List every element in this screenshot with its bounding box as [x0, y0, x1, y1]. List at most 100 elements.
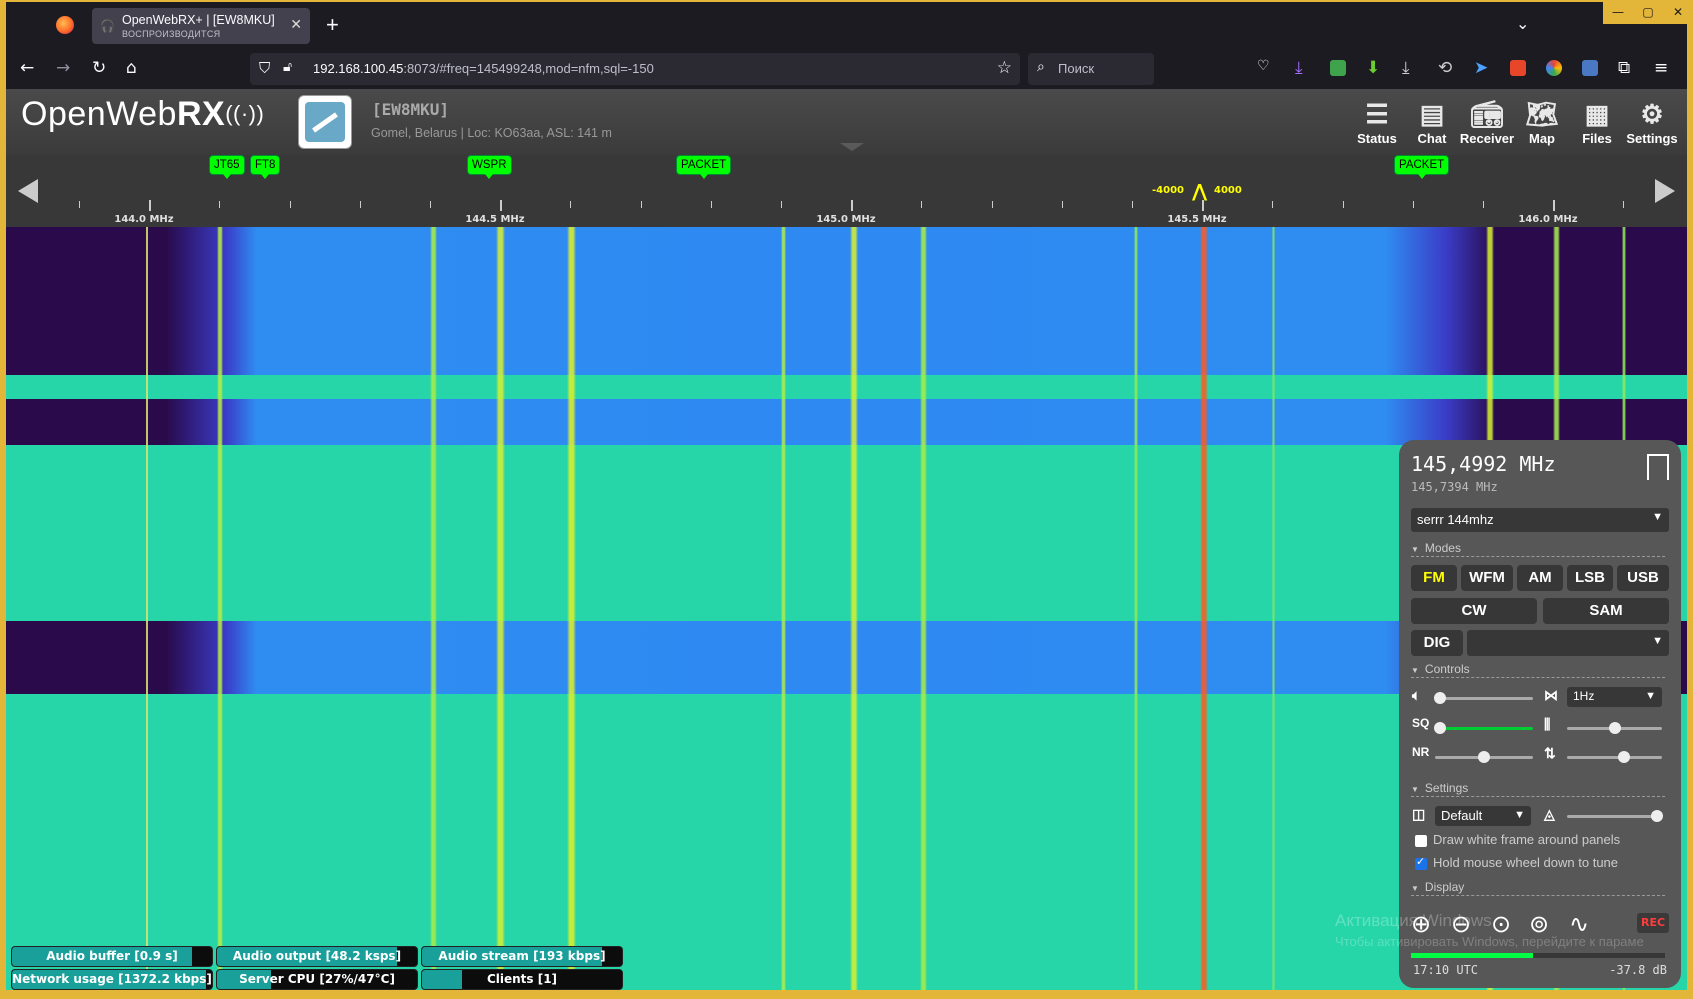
profile-value: serrr 144mhz — [1417, 512, 1494, 527]
extension-arrow-icon[interactable]: ➤ — [1474, 58, 1488, 78]
openwebrx-logo[interactable]: OpenWebRX((·)) — [21, 95, 264, 134]
scale-tick — [991, 201, 993, 208]
bandwidth-icon[interactable]: ⋈ — [1544, 687, 1558, 704]
status-button[interactable]: ☰ Status — [1349, 97, 1405, 153]
url-text[interactable]: 192.168.100.45:8073/#freq=145499248,mod=… — [313, 61, 654, 76]
settings-button[interactable]: ⚙ Settings — [1624, 97, 1680, 153]
mode-sam-button[interactable]: SAM — [1543, 598, 1669, 624]
mode-cw-button[interactable]: CW — [1411, 598, 1537, 624]
window-border-right — [1687, 0, 1693, 999]
contrast-knob[interactable] — [1651, 810, 1664, 822]
minimize-icon[interactable]: — — [1603, 2, 1633, 24]
extension-color-icon[interactable] — [1546, 60, 1562, 76]
bookmark-jt65[interactable]: JT65 — [209, 155, 245, 179]
extension-download-icon[interactable]: ⬇ — [1366, 58, 1380, 78]
bookmark-ft8[interactable]: FT8 — [250, 155, 281, 179]
tab-favicon-icon: 🎧 — [100, 19, 115, 33]
bookmark-wspr[interactable]: WSPR — [467, 155, 512, 179]
signal-level: -37.8 dB — [1609, 963, 1667, 977]
extensions-puzzle-icon[interactable]: ⧉ — [1618, 58, 1630, 78]
search-bar[interactable]: ⌕ Поиск — [1028, 53, 1154, 85]
bookmark-icon[interactable] — [1647, 454, 1669, 484]
save-icon[interactable]: ⤓ — [1402, 58, 1410, 78]
digital-mode-select[interactable]: ▼ — [1467, 630, 1669, 656]
volume-slider[interactable] — [1433, 692, 1533, 704]
mode-dig-button[interactable]: DIG — [1411, 630, 1463, 656]
settings-section-header[interactable]: ▼ Settings — [1411, 781, 1665, 797]
tab-close-icon[interactable]: ✕ — [290, 17, 302, 33]
audio-buffer-bar: Audio buffer [0.9 s] — [11, 946, 213, 967]
scroll-right-arrow-icon[interactable] — [1655, 179, 1675, 203]
mode-lsb-button[interactable]: LSB — [1567, 565, 1613, 591]
waterfall-max-knob[interactable] — [1618, 751, 1630, 763]
mode-fm-button[interactable]: FM — [1411, 565, 1457, 591]
bookmark-star-icon[interactable]: ☆ — [997, 58, 1012, 78]
volume-icon[interactable]: 🔈︎ — [1412, 687, 1420, 704]
new-tab-icon[interactable]: + — [326, 12, 339, 38]
s-meter-fill — [1411, 953, 1533, 958]
contrast-slider[interactable] — [1567, 810, 1664, 822]
mode-usb-button[interactable]: USB — [1617, 565, 1669, 591]
theme-select[interactable]: Default ▼ — [1435, 806, 1531, 826]
chat-button[interactable]: ▤ Chat — [1404, 97, 1460, 153]
noise-reduction-knob[interactable] — [1478, 751, 1490, 763]
modes-section-header[interactable]: ▼ Modes — [1411, 541, 1665, 557]
audio-output-label: Audio output [48.2 ksps] — [232, 949, 402, 963]
scale-tick — [149, 200, 152, 211]
extension-disk-icon[interactable] — [1582, 60, 1598, 76]
receiver-button[interactable]: 📻︎ Receiver — [1459, 97, 1515, 153]
scale-tick — [1202, 200, 1205, 211]
controls-section-header[interactable]: ▼ Controls — [1411, 662, 1665, 678]
scale-tick — [1342, 201, 1344, 208]
record-button[interactable]: REC — [1637, 913, 1669, 933]
network-usage-label: Network usage [1372.2 kbps] — [12, 972, 212, 986]
tuning-step-select[interactable]: 1Hz ▼ — [1567, 687, 1662, 707]
extension-red-icon[interactable] — [1510, 60, 1526, 76]
firefox-icon[interactable] — [56, 16, 74, 34]
waterfall-max-icon[interactable]: ⇅ — [1544, 745, 1556, 762]
server-cpu-label: Server CPU [27%/47°C] — [239, 972, 395, 986]
passband-marker-icon[interactable]: ⋀ — [1192, 181, 1207, 202]
draw-frame-checkbox[interactable] — [1415, 835, 1427, 847]
files-button[interactable]: ▦ Files — [1569, 97, 1625, 153]
scroll-left-arrow-icon[interactable] — [18, 179, 38, 203]
frequency-scale[interactable]: JT65 FT8 WSPR PACKET PACKET -4000 ⋀ 4000… — [6, 155, 1687, 227]
noise-reduction-slider[interactable] — [1435, 751, 1533, 763]
home-icon[interactable]: ⌂ — [126, 58, 137, 78]
lock-icon[interactable]: 🔓︎ — [283, 59, 292, 75]
volume-knob[interactable] — [1433, 692, 1446, 704]
bookmark-packet[interactable]: PACKET — [676, 155, 732, 179]
frequency-display[interactable]: 145,4992 MHz — [1411, 452, 1556, 476]
passband-high-label: 4000 — [1214, 185, 1242, 196]
collapse-header-icon[interactable] — [832, 141, 872, 153]
profile-select[interactable]: serrr 144mhz ▼ — [1411, 508, 1669, 532]
maximize-icon[interactable]: ▢ — [1633, 2, 1663, 24]
mode-wfm-button[interactable]: WFM — [1461, 565, 1513, 591]
bookmark-packet-2[interactable]: PACKET — [1394, 155, 1450, 179]
display-section-header[interactable]: ▼ Display — [1411, 880, 1665, 896]
squelch-knob[interactable] — [1433, 722, 1446, 734]
waterfall-max-slider[interactable] — [1567, 751, 1662, 763]
url-bar[interactable]: ⛉ 🔓︎ 192.168.100.45:8073/#freq=145499248… — [250, 53, 1020, 85]
mode-am-button[interactable]: AM — [1517, 565, 1563, 591]
pocket-icon[interactable]: ♡ — [1257, 58, 1270, 74]
waterfall-min-slider[interactable] — [1567, 722, 1662, 734]
waterfall-min-knob[interactable] — [1608, 722, 1621, 734]
forward-icon[interactable]: → — [56, 58, 70, 78]
logo-text-b: RX — [176, 95, 226, 133]
squelch-slider[interactable] — [1433, 722, 1533, 734]
extension-sync-icon[interactable]: ⟲ — [1438, 58, 1452, 78]
extension-green-icon[interactable] — [1330, 60, 1346, 76]
browser-tab[interactable]: 🎧 OpenWebRX+ | [EW8MKU] ВОСПРОИЗВОДИТСЯ … — [92, 8, 310, 44]
scale-label: 146.0 MHz — [1518, 214, 1578, 225]
menu-hamburger-icon[interactable]: ≡ — [1654, 58, 1668, 78]
map-button[interactable]: 🗺︎ Map — [1514, 97, 1570, 153]
downloads-icon[interactable]: ⤓ — [1295, 58, 1303, 78]
reload-icon[interactable]: ↻ — [92, 58, 106, 78]
shield-icon[interactable]: ⛉ — [259, 59, 270, 77]
tab-title: OpenWebRX+ | [EW8MKU] — [122, 13, 275, 27]
hold-wheel-checkbox[interactable] — [1415, 855, 1427, 870]
waterfall-min-icon[interactable]: ⫼ — [1544, 716, 1550, 733]
tab-list-chevron-icon[interactable]: ⌄ — [1516, 14, 1529, 33]
back-icon[interactable]: ← — [20, 58, 34, 78]
